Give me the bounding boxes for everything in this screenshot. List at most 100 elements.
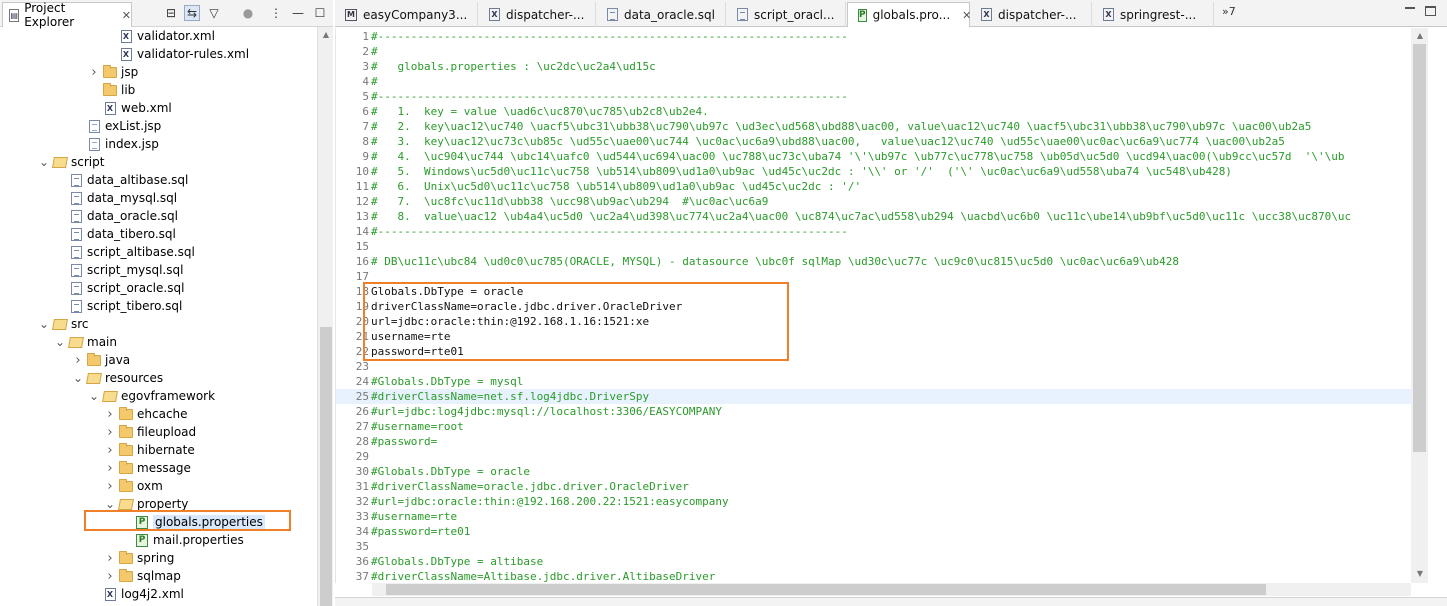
code-line[interactable]: 19 driverClassName=oracle.jdbc.driver.Ora… — [336, 299, 1411, 314]
tree-item[interactable]: index.jsp — [72, 135, 159, 153]
explorer-vertical-scrollbar[interactable]: ▲ — [317, 27, 333, 606]
code-line[interactable]: 7 # 2. key\uac12\uc740 \uacf5\ubc31\ubb38… — [336, 119, 1411, 134]
collapse-toggle-icon[interactable]: › — [104, 443, 116, 458]
tree-item[interactable]: data_tibero.sql — [54, 225, 176, 243]
code-line[interactable]: 18 Globals.DbType = oracle — [336, 284, 1411, 299]
tree-item[interactable]: ⌄ main — [54, 333, 117, 351]
code-line[interactable]: 6 # 1. key = value \uad6c\uc870\uc785\ub2… — [336, 104, 1411, 119]
collapse-toggle-icon[interactable]: › — [104, 551, 116, 566]
code-line[interactable]: 8 # 3. key\uac12\uc73c\ub85c \ud55c\uae00… — [336, 134, 1411, 149]
tree-item[interactable]: › sqlmap — [104, 567, 181, 585]
expand-toggle-icon[interactable]: ⌄ — [38, 318, 50, 330]
code-line[interactable]: 15 — [336, 239, 1411, 254]
code-line[interactable]: 26 #url=jdbc:log4jdbc:mysql://localhost:3… — [336, 404, 1411, 419]
editor-tab[interactable]: Xspringrest-... — [1093, 2, 1214, 27]
tree-item[interactable]: Xweb.xml — [88, 99, 172, 117]
code-line[interactable]: 32 #url=jdbc:oracle:thin:@192.168.200.22:… — [336, 494, 1411, 509]
tab-project-explorer[interactable]: ▤ Project Explorer ✕ — [2, 1, 132, 29]
editor-tab[interactable]: Xdispatcher-... — [971, 2, 1092, 27]
code-line[interactable]: 27 #username=root — [336, 419, 1411, 434]
editor-horizontal-scrollbar[interactable] — [372, 583, 1411, 596]
code-line[interactable]: 22 password=rte01 — [336, 344, 1411, 359]
editor-hscroll-thumb[interactable] — [386, 584, 1266, 595]
code-line[interactable]: 9 # 4. \uc904\uc744 \ubc14\uafc0 \ud544\u… — [336, 149, 1411, 164]
code-line[interactable]: 25 #driverClassName=net.sf.log4jdbc.Drive… — [336, 389, 1411, 404]
code-line[interactable]: 21 username=rte — [336, 329, 1411, 344]
filter-icon[interactable]: ▽ — [206, 5, 222, 21]
code-editor[interactable]: 1 #--------------------------------------… — [335, 28, 1411, 583]
code-line[interactable]: 23 — [336, 359, 1411, 374]
expand-toggle-icon[interactable]: ⌄ — [54, 336, 66, 348]
code-line[interactable]: 10 # 5. Windows\uc5d0\uc11c\uc758 \ub514\… — [336, 164, 1411, 179]
tree-item[interactable]: › hibernate — [104, 441, 195, 459]
minimize-icon[interactable]: — — [290, 5, 306, 21]
tree-item[interactable]: › oxm — [104, 477, 163, 495]
expand-toggle-icon[interactable]: ⌄ — [104, 498, 116, 510]
code-line[interactable]: 4 # — [336, 74, 1411, 89]
code-line[interactable]: 30 #Globals.DbType = oracle — [336, 464, 1411, 479]
tree-item[interactable]: Pglobals.properties — [120, 513, 265, 531]
code-line[interactable]: 36 #Globals.DbType = altibase — [336, 554, 1411, 569]
tree-item[interactable]: ⌄ property — [104, 495, 188, 513]
link-with-editor-icon[interactable]: ⇆ — [184, 5, 200, 21]
code-line[interactable]: 33 #username=rte — [336, 509, 1411, 524]
code-line[interactable]: 3 # globals.properties : \uc2dc\uc2a4\ud1… — [336, 59, 1411, 74]
code-line[interactable]: 37 #driverClassName=Altibase.jdbc.driver.… — [336, 569, 1411, 583]
view-menu-icon[interactable]: ⋮ — [268, 5, 284, 21]
code-line[interactable]: 24 #Globals.DbType = mysql — [336, 374, 1411, 389]
code-line[interactable]: 1 #--------------------------------------… — [336, 29, 1411, 44]
tree-item[interactable]: ⌄ script — [38, 153, 104, 171]
code-line[interactable]: 11 # 6. Unix\uc5d0\uc11c\uc758 \ub514\ub8… — [336, 179, 1411, 194]
collapse-toggle-icon[interactable]: › — [104, 461, 116, 476]
tree-item[interactable]: Pmail.properties — [120, 531, 244, 549]
editor-tab[interactable]: data_oracle.sql — [597, 2, 726, 27]
tree-item[interactable]: script_altibase.sql — [54, 243, 195, 261]
code-line[interactable]: 13 # 8. value\uac12 \ub4a4\uc5d0 \uc2a4\u… — [336, 209, 1411, 224]
tree-item[interactable]: Xvalidator-rules.xml — [104, 45, 249, 63]
code-line[interactable]: 35 — [336, 539, 1411, 554]
editor-tab[interactable]: script_oracl... — [727, 2, 846, 27]
tab-overflow-button[interactable]: »7 — [1222, 5, 1236, 18]
tree-item[interactable]: › ehcache — [104, 405, 188, 423]
collapse-toggle-icon[interactable]: › — [104, 425, 116, 440]
tree-item[interactable]: script_oracle.sql — [54, 279, 184, 297]
tree-item[interactable]: data_altibase.sql — [54, 171, 188, 189]
focus-icon[interactable]: ● — [240, 5, 256, 21]
tree-item[interactable]: Xvalidator.xml — [104, 27, 215, 45]
collapse-toggle-icon[interactable]: › — [104, 569, 116, 584]
tree-item[interactable]: lib — [88, 81, 135, 99]
collapse-toggle-icon[interactable]: › — [88, 65, 100, 80]
editor-tab[interactable]: MeasyCompany3... — [335, 2, 478, 27]
collapse-toggle-icon[interactable]: › — [72, 353, 84, 368]
tree-item[interactable]: › fileupload — [104, 423, 196, 441]
tree-item[interactable]: data_oracle.sql — [54, 207, 178, 225]
scroll-up-icon[interactable]: ▲ — [318, 27, 334, 41]
tree-item[interactable]: script_tibero.sql — [54, 297, 182, 315]
explorer-scroll-thumb[interactable] — [320, 327, 332, 606]
expand-toggle-icon[interactable]: ⌄ — [88, 390, 100, 402]
code-line[interactable]: 5 #--------------------------------------… — [336, 89, 1411, 104]
tree-item[interactable]: ⌄ src — [38, 315, 89, 333]
code-line[interactable]: 2 # — [336, 44, 1411, 59]
collapse-toggle-icon[interactable]: › — [104, 479, 116, 494]
tree-item[interactable]: ⌄ resources — [72, 369, 163, 387]
code-line[interactable]: 31 #driverClassName=oracle.jdbc.driver.Or… — [336, 479, 1411, 494]
code-line[interactable]: 17 — [336, 269, 1411, 284]
code-line[interactable]: 14 #-------------------------------------… — [336, 224, 1411, 239]
editor-scroll-thumb[interactable] — [1413, 44, 1426, 452]
tree-item[interactable]: › java — [72, 351, 130, 369]
tree-item[interactable]: ⌄ egovframework — [88, 387, 215, 405]
scroll-down-icon[interactable]: ▼ — [1412, 566, 1428, 580]
code-line[interactable]: 20 url=jdbc:oracle:thin:@192.168.1.16:152… — [336, 314, 1411, 329]
editor-vertical-scrollbar[interactable]: ▲ ▼ — [1411, 28, 1428, 583]
tree-item[interactable]: data_mysql.sql — [54, 189, 177, 207]
code-line[interactable]: 29 — [336, 449, 1411, 464]
minimize-icon[interactable] — [1405, 7, 1415, 9]
collapse-all-icon[interactable]: ⊟ — [163, 5, 179, 21]
close-icon[interactable]: ✕ — [962, 9, 971, 22]
tree-item[interactable]: › spring — [104, 549, 174, 567]
code-line[interactable]: 12 # 7. \uc8fc\uc11d\ubb38 \ucc98\ub9ac\u… — [336, 194, 1411, 209]
tree-item[interactable]: script_mysql.sql — [54, 261, 183, 279]
tree-item[interactable]: › message — [104, 459, 191, 477]
tree-item[interactable]: exList.jsp — [72, 117, 161, 135]
